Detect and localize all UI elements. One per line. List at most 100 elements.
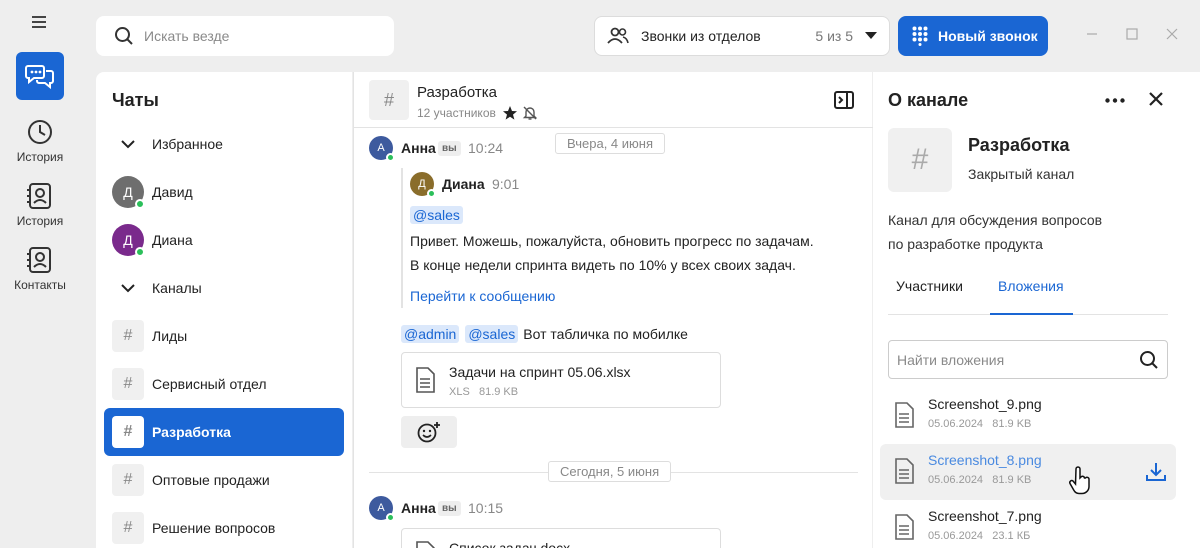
avatar: Д bbox=[410, 172, 436, 198]
close-icon bbox=[1166, 28, 1178, 40]
chat-item-label: Давид bbox=[152, 184, 193, 200]
clock-icon bbox=[28, 120, 52, 144]
channel-type: Закрытый канал bbox=[968, 166, 1075, 182]
mention-tag[interactable]: @sales bbox=[410, 206, 463, 224]
minimize-icon bbox=[1087, 33, 1097, 35]
avatar[interactable]: А bbox=[369, 496, 395, 522]
star-icon[interactable] bbox=[502, 105, 518, 121]
attachment-item[interactable]: Screenshot_7.png 05.06.2024 23.1 КБ bbox=[880, 500, 1176, 548]
attachment-meta: 05.06.2024 23.1 КБ bbox=[928, 530, 1031, 542]
online-indicator bbox=[386, 513, 395, 522]
download-icon bbox=[1146, 463, 1166, 481]
bell-off-icon[interactable] bbox=[522, 105, 538, 121]
tab-attachments[interactable]: Вложения bbox=[998, 278, 1064, 294]
chat-item-diana[interactable]: Д Диана bbox=[104, 216, 344, 264]
you-badge: вы bbox=[438, 501, 461, 516]
channel-item-wholesale[interactable]: # Оптовые продажи bbox=[104, 456, 344, 504]
dialpad-icon bbox=[912, 26, 928, 46]
department-calls-select[interactable]: Звонки из отделов 5 из 5 bbox=[594, 16, 890, 56]
file-name: Список задач.docx bbox=[449, 540, 571, 548]
hash-icon: # bbox=[369, 80, 409, 120]
panel-collapse-icon bbox=[834, 91, 854, 109]
file-attachment-card[interactable]: Список задач.docx bbox=[401, 528, 721, 548]
channel-item-leads[interactable]: # Лиды bbox=[104, 312, 344, 360]
attachment-item[interactable]: Screenshot_8.png 05.06.2024 81.9 KB bbox=[880, 444, 1176, 500]
quote-mention-wrap: @sales bbox=[410, 206, 463, 224]
section-channels[interactable]: Каналы bbox=[104, 264, 344, 312]
toggle-info-panel-button[interactable] bbox=[834, 90, 854, 110]
attachment-name: Screenshot_9.png bbox=[928, 396, 1042, 412]
quote-text-line-2: В конце недели спринта видеть по 10% у в… bbox=[410, 257, 796, 273]
search-icon bbox=[1140, 350, 1158, 369]
chat-item-david[interactable]: Д Давид bbox=[104, 168, 344, 216]
minimize-button[interactable] bbox=[1086, 28, 1098, 40]
channel-item-label: Сервисный отдел bbox=[152, 376, 267, 392]
message-author[interactable]: Анна bbox=[401, 500, 436, 516]
channel-info-panel: О канале # Разработка Закрытый канал Кан… bbox=[873, 72, 1200, 548]
rail-item-label: История bbox=[16, 214, 64, 228]
global-search[interactable]: Искать везде bbox=[96, 16, 394, 56]
maximize-button[interactable] bbox=[1126, 28, 1138, 40]
rail-item-contacts[interactable]: Контакты bbox=[0, 246, 80, 292]
download-button[interactable] bbox=[1145, 462, 1167, 482]
emoji-add-icon bbox=[417, 422, 440, 443]
channel-item-issues[interactable]: # Решение вопросов bbox=[104, 504, 344, 548]
channel-name: Разработка bbox=[968, 135, 1070, 155]
new-call-label: Новый звонок bbox=[938, 28, 1038, 44]
mention-tag[interactable]: @admin bbox=[401, 325, 460, 343]
channel-item-label: Разработка bbox=[152, 424, 231, 440]
quote-time: 9:01 bbox=[492, 176, 520, 192]
chat-title: Разработка bbox=[417, 84, 497, 101]
attachment-item[interactable]: Screenshot_9.png 05.06.2024 81.9 KB bbox=[880, 388, 1176, 444]
close-info-panel-button[interactable] bbox=[1149, 92, 1163, 106]
section-favorites[interactable]: Избранное bbox=[104, 120, 344, 168]
info-panel-title: О канале bbox=[888, 90, 969, 110]
channel-item-development[interactable]: # Разработка bbox=[104, 408, 344, 456]
quote-text-line-1: Привет. Можешь, пожалуйста, обновить про… bbox=[410, 233, 814, 249]
close-window-button[interactable] bbox=[1166, 28, 1178, 40]
channel-item-label: Лиды bbox=[152, 328, 188, 344]
chat-header: # Разработка 12 участников bbox=[354, 72, 873, 128]
message-text: @admin @sales Вот табличка по мобилке bbox=[401, 322, 688, 346]
attachments-search[interactable]: Найти вложения bbox=[888, 340, 1168, 379]
tab-participants[interactable]: Участники bbox=[896, 278, 963, 294]
section-label: Избранное bbox=[152, 136, 223, 152]
hash-icon: # bbox=[112, 416, 144, 448]
participants-count[interactable]: 12 участников bbox=[417, 106, 496, 120]
chat-bubbles-icon bbox=[25, 65, 54, 90]
chat-list-title: Чаты bbox=[112, 90, 159, 110]
chats-app-button[interactable] bbox=[16, 52, 64, 100]
avatar[interactable]: А bbox=[369, 136, 395, 162]
channel-description: Канал для обсуждения вопросов по разрабо… bbox=[888, 212, 1103, 252]
chat-item-label: Диана bbox=[152, 232, 193, 248]
channel-item-service[interactable]: # Сервисный отдел bbox=[104, 360, 344, 408]
more-dots-icon bbox=[1105, 98, 1125, 103]
quote-bar bbox=[401, 168, 403, 308]
more-options-button[interactable] bbox=[1105, 98, 1125, 103]
attachments-search-input[interactable]: Найти вложения bbox=[897, 352, 1004, 368]
message-time: 10:15 bbox=[468, 500, 504, 516]
online-indicator bbox=[135, 199, 145, 209]
section-label: Каналы bbox=[152, 280, 202, 296]
rail-item-history-2[interactable]: История bbox=[0, 182, 80, 228]
go-to-message-link[interactable]: Перейти к сообщению bbox=[410, 288, 555, 304]
message-author[interactable]: Анна bbox=[401, 140, 436, 156]
maximize-icon bbox=[1126, 28, 1138, 40]
new-call-button[interactable]: Новый звонок bbox=[898, 16, 1048, 56]
attachment-name: Screenshot_8.png bbox=[928, 452, 1042, 468]
hash-icon: # bbox=[112, 464, 144, 496]
menu-icon[interactable] bbox=[32, 16, 48, 30]
hash-icon: # bbox=[112, 512, 144, 544]
add-reaction-button[interactable] bbox=[401, 416, 457, 448]
search-icon bbox=[115, 27, 133, 45]
channel-item-label: Оптовые продажи bbox=[152, 472, 270, 488]
search-input[interactable]: Искать везде bbox=[144, 28, 229, 44]
online-indicator bbox=[427, 189, 436, 198]
message-time: 10:24 bbox=[468, 140, 504, 156]
close-icon bbox=[1149, 92, 1163, 106]
caret-down-icon bbox=[865, 32, 877, 39]
mention-tag[interactable]: @sales bbox=[465, 325, 519, 343]
rail-item-history[interactable]: История bbox=[0, 118, 80, 164]
document-icon bbox=[895, 458, 914, 484]
file-attachment-card[interactable]: Задачи на спринт 05.06.xlsx XLS 81.9 KB bbox=[401, 352, 721, 408]
